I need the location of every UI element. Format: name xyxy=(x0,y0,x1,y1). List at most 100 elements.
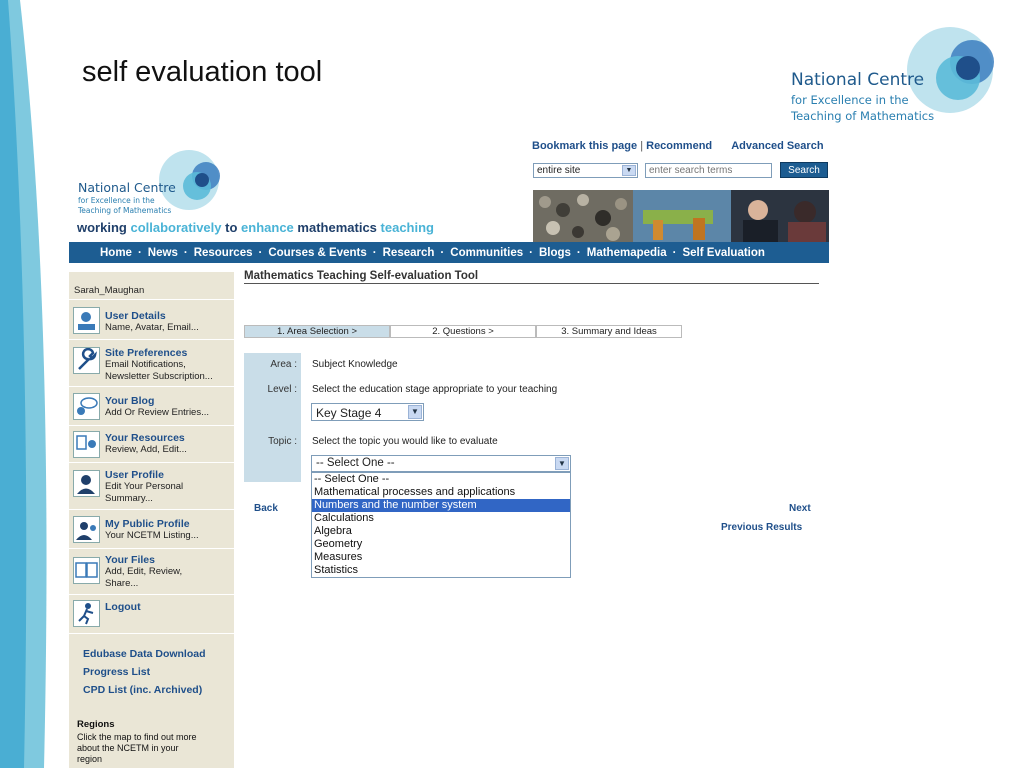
sidebar-item-title: User Profile xyxy=(105,469,164,481)
previous-results-link[interactable]: Previous Results xyxy=(721,522,802,533)
logo-line2: for Excellence in the xyxy=(78,196,155,205)
sidebar-item-my-public-profile[interactable]: My Public Profile Your NCETM Listing... xyxy=(69,509,234,548)
user-profile-icon xyxy=(73,470,100,497)
nav-separator: · xyxy=(183,246,188,259)
site-tagline: working collaboratively to enhance mathe… xyxy=(77,220,434,235)
chevron-down-icon: ▼ xyxy=(408,405,422,419)
nav-courses-events[interactable]: Courses & Events xyxy=(268,247,366,259)
search-scope-select[interactable]: entire site ▼ xyxy=(533,163,638,178)
level-label: Level : xyxy=(267,384,297,395)
recommend-link[interactable]: Recommend xyxy=(646,140,712,152)
nav-mathemapedia[interactable]: Mathemapedia xyxy=(587,247,667,259)
sidebar-item-your-blog[interactable]: Your Blog Add Or Review Entries... xyxy=(69,386,234,425)
sidebar-item-desc: Name, Avatar, Email... xyxy=(105,322,199,333)
nav-news[interactable]: News xyxy=(148,247,178,259)
logo-line1: National Centre xyxy=(791,70,925,90)
sidebar-item-desc: Email Notifications, Newsletter Subscrip… xyxy=(105,359,213,382)
topic-option[interactable]: -- Select One -- xyxy=(312,473,570,486)
cpd-list-link[interactable]: CPD List (inc. Archived) xyxy=(83,684,202,696)
nav-home[interactable]: Home xyxy=(100,247,132,259)
sidebar-item-title: Site Preferences xyxy=(105,347,188,359)
area-label: Area : xyxy=(270,359,297,370)
level-select-value: Key Stage 4 xyxy=(316,406,382,420)
sidebar-item-desc: Your NCETM Listing... xyxy=(105,530,199,541)
nav-separator: · xyxy=(576,246,581,259)
wrench-icon xyxy=(73,347,100,374)
tagline-word: teaching xyxy=(380,220,434,235)
page-title: Mathematics Teaching Self-evaluation Too… xyxy=(244,270,819,284)
tagline-word: working xyxy=(77,220,127,235)
sidebar-item-desc: Edit Your Personal Summary... xyxy=(105,481,184,504)
sidebar-item-your-files[interactable]: Your Files Add, Edit, Review, Share... xyxy=(69,548,234,594)
topic-select[interactable]: -- Select One -- ▼ xyxy=(311,455,571,472)
topic-option[interactable]: Geometry xyxy=(312,538,570,551)
sidebar-item-your-resources[interactable]: Your Resources Review, Add, Edit... xyxy=(69,425,234,462)
search-input[interactable] xyxy=(645,163,772,178)
regions-text: Click the map to find out more about the… xyxy=(77,732,197,764)
nav-research[interactable]: Research xyxy=(383,247,435,259)
speech-bubble-icon xyxy=(73,393,100,420)
step-area-selection[interactable]: 1. Area Selection > xyxy=(244,325,390,338)
sidebar-item-desc: Add, Edit, Review, Share... xyxy=(105,566,183,589)
sidebar-item-site-preferences[interactable]: Site Preferences Email Notifications, Ne… xyxy=(69,339,234,386)
tagline-word: to xyxy=(225,220,238,235)
next-link[interactable]: Next xyxy=(789,503,811,514)
ncetm-logo-small[interactable]: National Centre for Excellence in the Te… xyxy=(76,150,246,220)
regions-title: Regions xyxy=(77,719,115,730)
nav-resources[interactable]: Resources xyxy=(194,247,253,259)
nav-separator: · xyxy=(529,246,533,259)
edubase-link[interactable]: Edubase Data Download xyxy=(83,648,206,660)
sidebar-item-title: Your Files xyxy=(105,554,155,566)
nav-blogs[interactable]: Blogs xyxy=(539,247,571,259)
ncetm-logo-large: National Centre for Excellence in the Te… xyxy=(780,18,1010,128)
nav-communities[interactable]: Communities xyxy=(450,247,523,259)
files-icon xyxy=(73,557,100,584)
form-label-column xyxy=(244,353,301,482)
sidebar-username: Sarah_Maughan xyxy=(74,285,145,296)
topic-option[interactable]: Mathematical processes and applications xyxy=(312,486,570,499)
nav-separator: · xyxy=(137,246,142,259)
link-separator: | xyxy=(640,140,644,152)
header-photos xyxy=(533,190,829,242)
back-link[interactable]: Back xyxy=(254,503,278,514)
topic-option[interactable]: Measures xyxy=(312,551,570,564)
nav-separator: · xyxy=(372,246,377,259)
topic-option[interactable]: Statistics xyxy=(312,564,570,577)
sidebar-item-title: Your Blog xyxy=(105,395,155,407)
sidebar-item-user-details[interactable]: User Details Name, Avatar, Email... xyxy=(69,299,234,339)
sidebar-item-title: Your Resources xyxy=(105,432,185,444)
topic-option[interactable]: Algebra xyxy=(312,525,570,538)
sidebar-item-desc: Add Or Review Entries... xyxy=(105,407,210,418)
wizard-steps: 1. Area Selection > 2. Questions > 3. Su… xyxy=(244,325,682,338)
search-scope-value: entire site xyxy=(537,165,581,176)
public-profile-icon xyxy=(73,516,100,543)
chevron-down-icon: ▼ xyxy=(555,457,569,470)
topic-option-highlighted[interactable]: Numbers and the number system xyxy=(312,499,570,512)
tagline-word: enhance xyxy=(241,220,294,235)
header-photo-image xyxy=(533,190,829,242)
slide-side-decoration xyxy=(0,0,47,768)
sidebar-item-logout[interactable]: Logout xyxy=(69,594,234,634)
step-questions[interactable]: 2. Questions > xyxy=(390,325,536,338)
logo-line3: Teaching of Mathematics xyxy=(791,109,935,123)
sidebar-item-title: Logout xyxy=(105,601,141,613)
advanced-search-link[interactable]: Advanced Search xyxy=(731,140,823,152)
progress-list-link[interactable]: Progress List xyxy=(83,666,150,678)
sidebar-item-user-profile[interactable]: User Profile Edit Your Personal Summary.… xyxy=(69,462,234,509)
step-summary[interactable]: 3. Summary and Ideas xyxy=(536,325,682,338)
slide-title: self evaluation tool xyxy=(82,56,323,88)
nav-separator: · xyxy=(672,246,677,259)
topic-option[interactable]: Calculations xyxy=(312,512,570,525)
sidebar-item-desc: Review, Add, Edit... xyxy=(105,444,187,455)
user-icon xyxy=(73,307,100,334)
nav-self-evaluation[interactable]: Self Evaluation xyxy=(682,247,764,259)
logo-line3: Teaching of Mathematics xyxy=(78,206,172,215)
bookmark-link[interactable]: Bookmark this page xyxy=(532,140,637,152)
level-select[interactable]: Key Stage 4 ▼ xyxy=(311,403,424,421)
topic-hint: Select the topic you would like to evalu… xyxy=(312,436,498,447)
running-man-icon xyxy=(73,600,100,627)
topic-select-value: -- Select One -- xyxy=(316,457,395,469)
search-button[interactable]: Search xyxy=(780,162,828,178)
logo-line1: National Centre xyxy=(78,180,176,195)
document-user-icon xyxy=(73,431,100,458)
